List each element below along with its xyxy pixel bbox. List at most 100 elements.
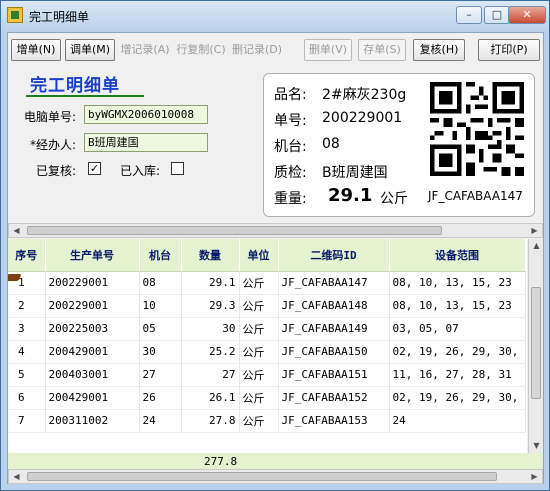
cell-machine[interactable]: 27 [139, 363, 182, 387]
cell-unit[interactable]: 公斤 [239, 271, 279, 295]
cell-qr-id[interactable]: JF_CAFABAA153 [278, 409, 390, 433]
cell-quantity[interactable]: 29.3 [181, 294, 240, 318]
print-button[interactable]: 打印(P) [478, 39, 540, 61]
cell-production-no[interactable]: 200229001 [45, 294, 140, 318]
review-button[interactable]: 复核(H) [413, 39, 465, 61]
cell-production-no[interactable]: 200429001 [45, 386, 140, 410]
reviewed-label: 已复核: [36, 164, 77, 178]
cell-production-no[interactable]: 200229001 [45, 271, 140, 295]
cell-unit[interactable]: 公斤 [239, 363, 279, 387]
vertical-scroll-thumb[interactable] [531, 287, 541, 399]
table-row[interactable]: 6 200429001 26 26.1 公斤 JF_CAFABAA152 02,… [8, 386, 526, 410]
copy-row-button[interactable]: 行复制(C) [174, 39, 228, 61]
cell-unit[interactable]: 公斤 [239, 386, 279, 410]
cell-production-no[interactable]: 200311002 [45, 409, 140, 433]
computer-no-label: 电脑单号: [24, 110, 77, 124]
cell-quantity[interactable]: 25.2 [181, 340, 240, 364]
delete-record-button[interactable]: 删记录(D) [230, 39, 284, 61]
adjust-document-button[interactable]: 调单(M) [65, 39, 115, 61]
cell-device-range[interactable]: 08, 10, 13, 15, 23 [389, 294, 526, 318]
add-record-button[interactable]: 增记录(A) [118, 39, 172, 61]
col-header-production-no[interactable]: 生产单号 [45, 239, 140, 272]
grid-scroll-thumb[interactable] [27, 472, 497, 481]
cell-production-no[interactable]: 200429001 [45, 340, 140, 364]
col-header-device-range[interactable]: 设备范围 [389, 239, 526, 272]
stored-checkbox[interactable] [171, 162, 184, 175]
scroll-left-arrow-icon[interactable]: ◀ [9, 224, 24, 237]
grid-scroll-left-arrow-icon[interactable]: ◀ [9, 470, 24, 483]
client-area: 增单(N) 调单(M) 增记录(A) 行复制(C) 删记录(D) 删单(V) 存… [7, 32, 544, 484]
cell-device-range[interactable]: 08, 10, 13, 15, 23 [389, 271, 526, 295]
cell-quantity[interactable]: 27 [181, 363, 240, 387]
col-header-quantity[interactable]: 数量 [181, 239, 240, 272]
cell-machine[interactable]: 24 [139, 409, 182, 433]
cell-qr-id[interactable]: JF_CAFABAA147 [278, 271, 390, 295]
col-header-machine[interactable]: 机台 [139, 239, 182, 272]
scroll-thumb[interactable] [27, 226, 442, 235]
product-name-value: 2#麻灰230g [322, 87, 407, 103]
table-row[interactable]: 5 200403001 27 27 公斤 JF_CAFABAA151 11, 1… [8, 363, 526, 387]
cell-unit[interactable]: 公斤 [239, 317, 279, 341]
cell-unit[interactable]: 公斤 [239, 409, 279, 433]
cell-index: 7 [8, 409, 46, 433]
cell-unit[interactable]: 公斤 [239, 294, 279, 318]
cell-machine[interactable]: 10 [139, 294, 182, 318]
cell-device-range[interactable]: 24 [389, 409, 526, 433]
form-horizontal-scrollbar[interactable]: ◀ ▶ [8, 223, 543, 238]
cell-index: 3 [8, 317, 46, 341]
grid-horizontal-scrollbar[interactable]: ◀ ▶ [8, 469, 543, 484]
cell-quantity[interactable]: 29.1 [181, 271, 240, 295]
operator-field[interactable]: B班周建国 [84, 133, 208, 152]
cell-production-no[interactable]: 200225003 [45, 317, 140, 341]
close-button[interactable]: ✕ [508, 6, 546, 24]
table-row[interactable]: 7 200311002 24 27.8 公斤 JF_CAFABAA153 24 [8, 409, 526, 433]
toolbar: 增单(N) 调单(M) 增记录(A) 行复制(C) 删记录(D) 删单(V) 存… [8, 33, 543, 63]
grid-vertical-scrollbar[interactable]: ▲ ▼ [528, 239, 543, 453]
cell-unit[interactable]: 公斤 [239, 340, 279, 364]
cell-quantity[interactable]: 27.8 [181, 409, 240, 433]
cell-qr-id[interactable]: JF_CAFABAA148 [278, 294, 390, 318]
col-header-unit[interactable]: 单位 [239, 239, 279, 272]
col-header-qr-id[interactable]: 二维码ID [278, 239, 390, 272]
form-heading: 完工明细单 [30, 76, 120, 96]
table-row[interactable]: 4 200429001 30 25.2 公斤 JF_CAFABAA150 02,… [8, 340, 526, 364]
table-row[interactable]: 2 200229001 10 29.3 公斤 JF_CAFABAA148 08,… [8, 294, 526, 318]
cell-qr-id[interactable]: JF_CAFABAA151 [278, 363, 390, 387]
doc-no-value: 200229001 [322, 110, 403, 126]
cell-qr-id[interactable]: JF_CAFABAA149 [278, 317, 390, 341]
cell-device-range[interactable]: 02, 19, 26, 29, 30, 32 [389, 386, 526, 410]
cell-machine[interactable]: 08 [139, 271, 182, 295]
title-bar[interactable]: 完工明细单 – □ ✕ [1, 1, 549, 31]
save-document-button[interactable]: 存单(S) [358, 39, 406, 61]
cell-machine[interactable]: 05 [139, 317, 182, 341]
scroll-up-arrow-icon[interactable]: ▲ [529, 239, 544, 253]
minimize-button[interactable]: – [456, 6, 482, 24]
scroll-right-arrow-icon[interactable]: ▶ [527, 224, 542, 237]
cell-qr-id[interactable]: JF_CAFABAA152 [278, 386, 390, 410]
cell-machine[interactable]: 26 [139, 386, 182, 410]
add-document-button[interactable]: 增单(N) [11, 39, 61, 61]
maximize-button[interactable]: □ [484, 6, 510, 24]
cell-machine[interactable]: 30 [139, 340, 182, 364]
computer-no-field[interactable]: byWGMX2006010008 [84, 105, 208, 124]
cell-production-no[interactable]: 200403001 [45, 363, 140, 387]
delete-document-button[interactable]: 删单(V) [304, 39, 352, 61]
cell-device-range[interactable]: 11, 16, 27, 28, 31 [389, 363, 526, 387]
table-row[interactable]: 1 200229001 08 29.1 公斤 JF_CAFABAA147 08,… [8, 271, 526, 295]
cell-quantity[interactable]: 30 [181, 317, 240, 341]
grid-scroll-right-arrow-icon[interactable]: ▶ [527, 470, 542, 483]
weight-value: 29.1 [328, 185, 373, 206]
col-header-index[interactable]: 序号 [8, 239, 46, 272]
cell-index: 5 [8, 363, 46, 387]
cell-device-range[interactable]: 02, 19, 26, 29, 30, 32 [389, 340, 526, 364]
cell-device-range[interactable]: 03, 05, 07 [389, 317, 526, 341]
weight-unit: 公斤 [380, 191, 408, 207]
cell-qr-id[interactable]: JF_CAFABAA150 [278, 340, 390, 364]
reviewed-checkbox[interactable]: ✓ [88, 162, 101, 175]
stored-label: 已入库: [120, 164, 161, 178]
scroll-down-arrow-icon[interactable]: ▼ [529, 439, 544, 453]
cell-quantity[interactable]: 26.1 [181, 386, 240, 410]
cell-index: 1 [8, 271, 46, 295]
table-row[interactable]: 3 200225003 05 30 公斤 JF_CAFABAA149 03, 0… [8, 317, 526, 341]
window-title: 完工明细单 [29, 10, 90, 24]
